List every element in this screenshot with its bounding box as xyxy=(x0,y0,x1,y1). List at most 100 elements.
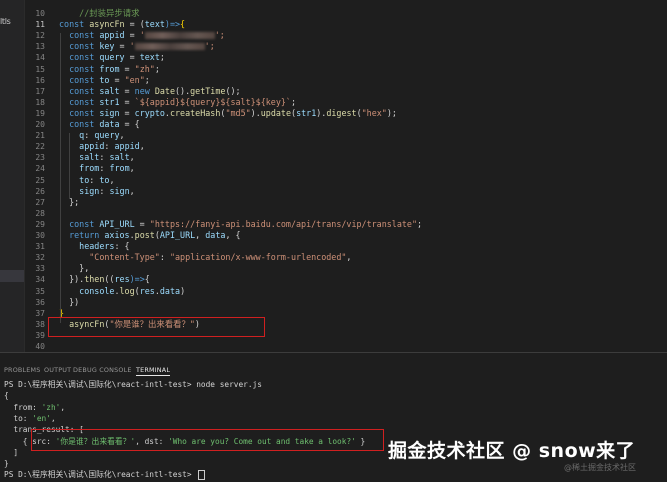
code-token: PS D:\程序相关\调试\国际化\react-intl-test> node … xyxy=(4,380,262,389)
code-token: (). xyxy=(175,85,191,96)
code-token: = xyxy=(124,52,140,63)
code-token: = xyxy=(114,41,130,52)
code-line[interactable]: 26 sign: sign, xyxy=(25,186,665,197)
code-editor[interactable]: 10 //封装异步请求 11 const asyncFn = (text)=>{12… xyxy=(25,0,667,352)
code-token: str1 xyxy=(99,96,120,107)
code-token: "zh" xyxy=(134,63,155,74)
code-token: post xyxy=(134,230,155,240)
code-line[interactable]: 18 const str1 = `${appid}${query}${salt}… xyxy=(25,97,665,108)
code-line[interactable]: 11 const asyncFn = (text)=>{ xyxy=(25,19,665,30)
code-line[interactable]: 10 //封装异步请求 xyxy=(25,8,665,19)
code-line[interactable]: 15 const from = "zh"; xyxy=(25,64,665,75)
code-line[interactable]: 35 console.log(res.data) xyxy=(25,286,665,297)
code-token: , xyxy=(60,402,66,412)
sidebar-active-item[interactable] xyxy=(0,270,24,282)
redacted-value xyxy=(134,43,205,51)
code-token: const xyxy=(59,19,90,30)
code-token: str1 xyxy=(296,107,317,118)
line-number: 15 xyxy=(35,64,45,74)
code-token: }). xyxy=(59,274,85,285)
code-token: appid xyxy=(99,30,125,41)
sidebar-file-label[interactable]: ltls xyxy=(0,17,11,26)
code-token: from: xyxy=(4,402,42,412)
line-number: 24 xyxy=(35,164,45,174)
code-token: : xyxy=(84,130,95,141)
code-token: const xyxy=(59,85,100,96)
code-line[interactable]: 19 const sign = crypto.createHash("md5")… xyxy=(25,108,665,119)
line-number: 22 xyxy=(35,142,45,152)
line-number: 37 xyxy=(35,308,45,318)
line-number: 34 xyxy=(35,275,45,285)
code-line[interactable]: 22 appid: appid, xyxy=(25,141,665,152)
code-token: ); xyxy=(386,107,397,118)
tab-terminal[interactable]: TERMINAL xyxy=(136,366,171,376)
line-number: 14 xyxy=(35,53,45,63)
code-line[interactable]: 16 const to = "en"; xyxy=(25,75,665,86)
code-token: ; xyxy=(417,218,423,229)
code-line[interactable]: 27 }; xyxy=(25,197,665,208)
code-token: const xyxy=(59,52,100,63)
code-line[interactable]: 24 from: from, xyxy=(25,163,665,174)
code-line[interactable]: 32 "Content-Type": "application/x-www-fo… xyxy=(25,252,665,263)
code-token: text xyxy=(144,19,165,30)
code-token: , xyxy=(129,185,135,196)
code-line[interactable]: 21 q: query, xyxy=(25,130,665,141)
tab-problems[interactable]: PROBLEMS xyxy=(4,366,40,374)
code-token: from xyxy=(59,163,100,174)
code-line[interactable]: 20 const data = { xyxy=(25,119,665,130)
watermark: 掘金技术社区 @ snow来了 xyxy=(388,440,636,462)
code-token: getTime xyxy=(190,85,226,96)
code-token: from xyxy=(109,163,130,174)
code-line[interactable]: 31 headers: { xyxy=(25,241,665,252)
code-line[interactable]: 23 salt: salt, xyxy=(25,152,665,163)
line-number: 32 xyxy=(35,253,45,263)
code-token: { xyxy=(4,391,9,401)
code-line[interactable]: 12 const appid = ' '; xyxy=(25,30,665,41)
code-token: key xyxy=(99,41,115,52)
code-line[interactable]: 14 const query = text; xyxy=(25,52,665,63)
code-line[interactable]: 36 }) xyxy=(25,297,665,308)
code-line[interactable]: 17 const salt = new Date().getTime(); xyxy=(25,86,665,97)
line-number: 35 xyxy=(35,286,45,296)
code-line[interactable]: 33 }, xyxy=(25,263,665,274)
tab-debug-console[interactable]: DEBUG CONSOLE xyxy=(73,366,132,374)
highlight-result-box xyxy=(31,429,384,451)
code-token: = xyxy=(134,218,150,229)
code-token: "https://fanyi-api.baidu.com/api/trans/v… xyxy=(149,218,418,229)
code-token: : xyxy=(99,185,110,196)
indent-guide xyxy=(60,33,61,323)
code-token: }) xyxy=(59,296,80,307)
code-token: const xyxy=(59,41,100,52)
code-token: update xyxy=(260,107,292,118)
line-number: 30 xyxy=(35,231,45,240)
code-token: : xyxy=(99,152,110,163)
code-token: = { xyxy=(119,119,140,129)
code-line[interactable]: 13 const key = ' '; xyxy=(25,41,665,52)
code-line[interactable]: 30 return axios.post(API_URL, data, { xyxy=(25,230,665,241)
line-number: 29 xyxy=(35,219,45,229)
code-token: to: xyxy=(4,413,33,423)
code-token: : xyxy=(89,174,100,185)
code-token: { xyxy=(144,274,150,285)
line-number: 28 xyxy=(35,208,45,218)
code-token: log xyxy=(119,285,135,296)
code-token: ; xyxy=(290,96,297,107)
code-line[interactable]: 25 to: to, xyxy=(25,175,665,186)
code-token: ; xyxy=(144,74,150,85)
code-line[interactable]: 29 const API_URL = "https://fanyi-api.ba… xyxy=(25,219,665,230)
code-token: = xyxy=(119,85,135,96)
code-token: API_URL xyxy=(99,218,135,229)
code-line[interactable]: 34 }).then((res)=>{ xyxy=(25,274,665,285)
tab-output[interactable]: OUTPUT xyxy=(44,366,71,374)
code-token: data xyxy=(159,285,181,296)
code-line[interactable]: 40 xyxy=(25,341,665,352)
line-number: 31 xyxy=(35,242,45,252)
code-token: ). xyxy=(250,107,261,118)
code-token: , xyxy=(195,230,206,240)
code-token: appid xyxy=(59,141,105,152)
line-number: 10 xyxy=(35,9,45,18)
code-line[interactable]: 28 xyxy=(25,208,665,219)
terminal-line: PS D:\程序相关\调试\国际化\react-intl-test> xyxy=(4,469,206,481)
code-token: , xyxy=(346,252,352,263)
